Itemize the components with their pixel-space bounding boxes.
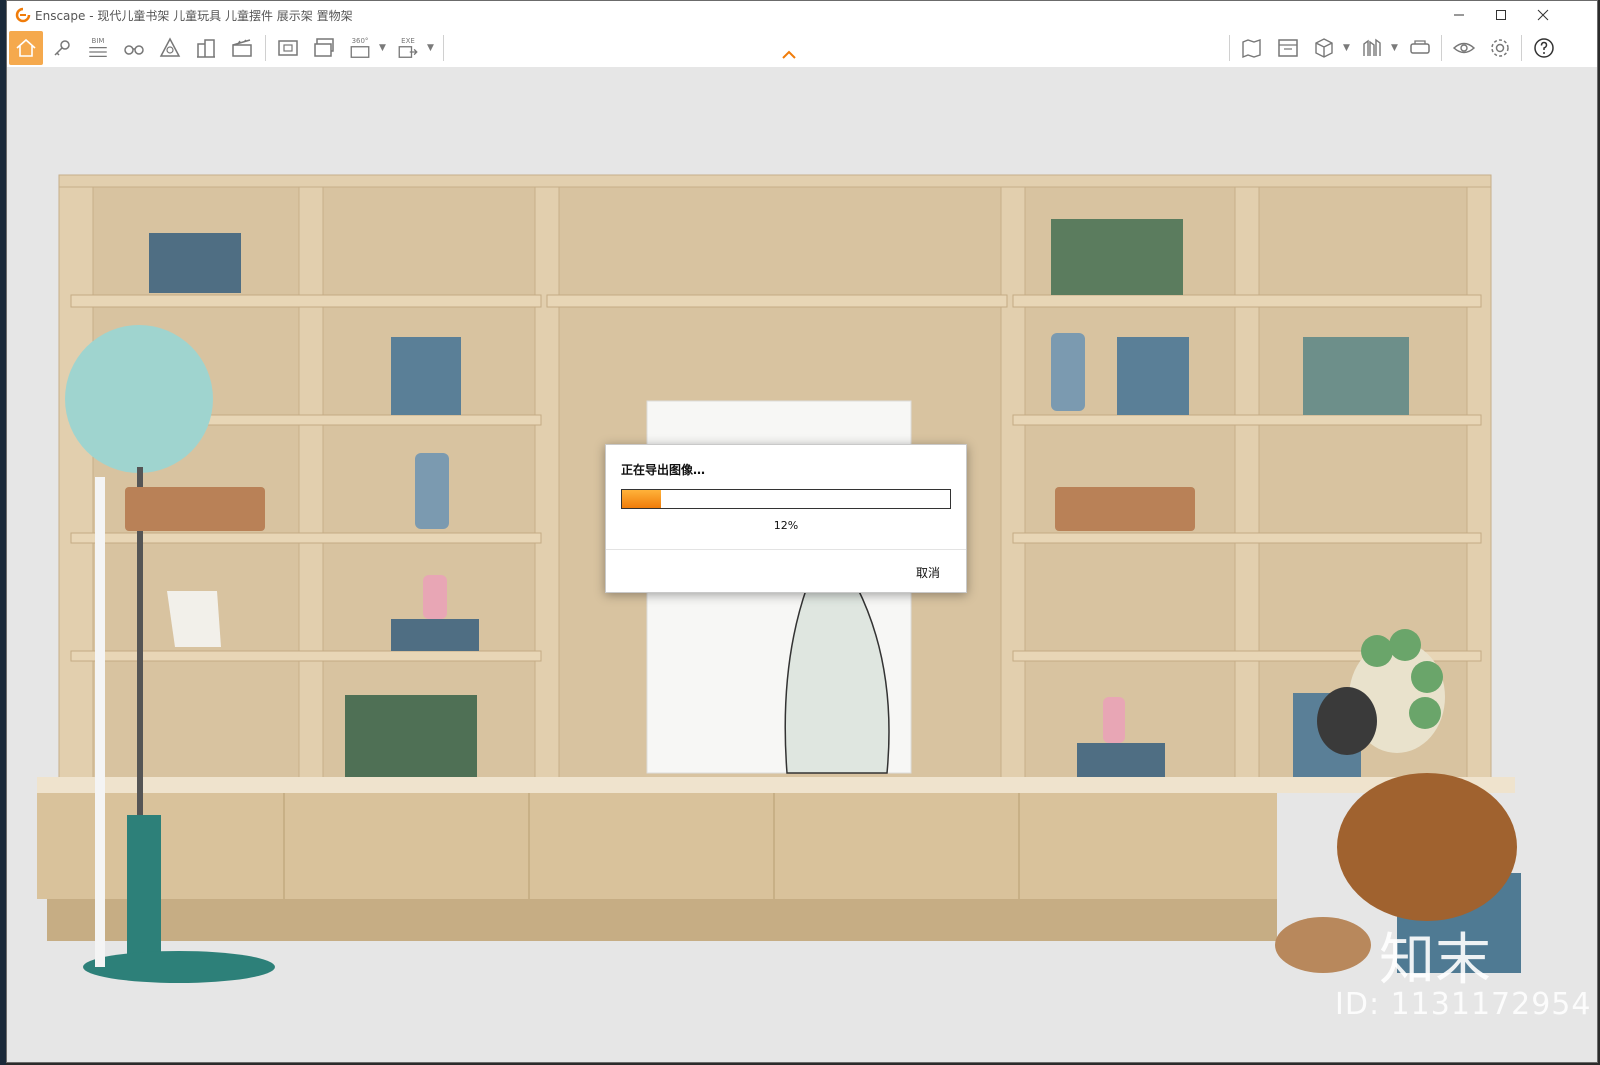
- visual-settings-button[interactable]: [1449, 33, 1479, 63]
- buildings-button[interactable]: [191, 33, 221, 63]
- home-button[interactable]: [9, 31, 43, 65]
- enscape-window: Enscape - 现代儿童书架 儿童玩具 儿童摆件 展示架 置物架 BIM 3…: [6, 0, 1598, 1063]
- clapper-icon: [232, 39, 252, 57]
- panorama-label: 360°: [351, 37, 369, 45]
- help-button[interactable]: [1529, 33, 1559, 63]
- dialog-divider: [606, 549, 966, 550]
- export-exe-button[interactable]: EXE: [393, 33, 423, 63]
- chevron-down-icon[interactable]: ▼: [379, 43, 386, 53]
- toolbar-separator: [443, 35, 444, 61]
- bim-list-icon: [89, 46, 107, 58]
- toolbar-separator: [265, 35, 266, 61]
- map-button[interactable]: [1237, 33, 1267, 63]
- settings-button[interactable]: [1485, 33, 1515, 63]
- batch-render-icon: [314, 38, 334, 57]
- dialog-title: 正在导出图像…: [621, 463, 706, 477]
- asset-library-icon: [1278, 39, 1298, 57]
- watermark-id: ID: 1131172954: [1335, 987, 1592, 1022]
- export-progress-dialog: 正在导出图像… 12% 取消: [605, 444, 967, 593]
- maximize-button[interactable]: [1479, 1, 1523, 29]
- view-mode-button[interactable]: [1309, 33, 1339, 63]
- home-icon: [16, 38, 36, 57]
- progress-bar: [621, 489, 951, 509]
- toolbar-separator: [1521, 35, 1522, 61]
- views-button[interactable]: [1357, 33, 1387, 63]
- asset-library-button[interactable]: [1273, 33, 1303, 63]
- horse-figurine: [167, 591, 221, 647]
- binoculars-button[interactable]: [119, 33, 149, 63]
- map-pin-icon: [1242, 39, 1261, 59]
- main-toolbar: BIM 360° ▼ EXE ▼ ▼ ▼: [7, 29, 1597, 68]
- watermark-brand: 知末: [1379, 928, 1491, 993]
- exe-label: EXE: [401, 37, 415, 45]
- chevron-down-icon[interactable]: ▼: [427, 43, 434, 53]
- screenshot-button[interactable]: [273, 33, 303, 63]
- drawer-unit: [37, 793, 1277, 899]
- camera-path-button[interactable]: [47, 33, 77, 63]
- chart-lines-icon: [1363, 38, 1381, 56]
- vr-headset-icon: [1410, 40, 1430, 54]
- window-title: Enscape - 现代儿童书架 儿童玩具 儿童摆件 展示架 置物架: [35, 9, 353, 23]
- screenshot-icon: [278, 40, 298, 56]
- video-editor-button[interactable]: [227, 33, 257, 63]
- vr-headset-button[interactable]: [1405, 33, 1435, 63]
- toolbar-separator: [1441, 35, 1442, 61]
- cancel-button[interactable]: 取消: [916, 564, 940, 581]
- key-icon: [54, 40, 70, 56]
- drawer-plinth: [47, 899, 1277, 941]
- bim-label: BIM: [91, 37, 105, 45]
- panorama-icon: [350, 46, 370, 58]
- minimize-button[interactable]: [1437, 1, 1481, 29]
- bim-button[interactable]: BIM: [83, 33, 113, 63]
- close-icon: [1537, 9, 1549, 21]
- counter-top: [37, 777, 1515, 793]
- enscape-logo-icon: [15, 7, 31, 23]
- maximize-icon: [1496, 10, 1506, 20]
- atmosphere-button[interactable]: [155, 33, 185, 63]
- minimize-icon: [1454, 14, 1464, 16]
- progress-percent: 12%: [773, 519, 799, 532]
- chevron-down-icon[interactable]: ▼: [1391, 43, 1398, 53]
- toolbar-separator: [1229, 35, 1230, 61]
- cube-icon: [1315, 38, 1333, 58]
- binoculars-icon: [124, 45, 144, 55]
- close-button[interactable]: [1521, 1, 1565, 29]
- chevron-down-icon[interactable]: ▼: [1343, 43, 1350, 53]
- render-viewport[interactable]: 正在导出图像… 12% 取消 知末 ID: 1131172954: [7, 67, 1597, 1062]
- batch-render-button[interactable]: [309, 33, 339, 63]
- triangle-icon: [159, 37, 181, 57]
- eye-icon: [1452, 42, 1476, 54]
- export-icon: [398, 46, 418, 58]
- buildings-icon: [197, 39, 215, 58]
- gear-icon: [1491, 39, 1509, 57]
- collapse-toolbar-icon[interactable]: [779, 49, 799, 61]
- title-bar[interactable]: Enscape - 现代儿童书架 儿童玩具 儿童摆件 展示架 置物架: [7, 1, 1597, 29]
- panorama-button[interactable]: 360°: [345, 33, 375, 63]
- progress-fill: [622, 490, 662, 508]
- help-icon: [1534, 38, 1554, 58]
